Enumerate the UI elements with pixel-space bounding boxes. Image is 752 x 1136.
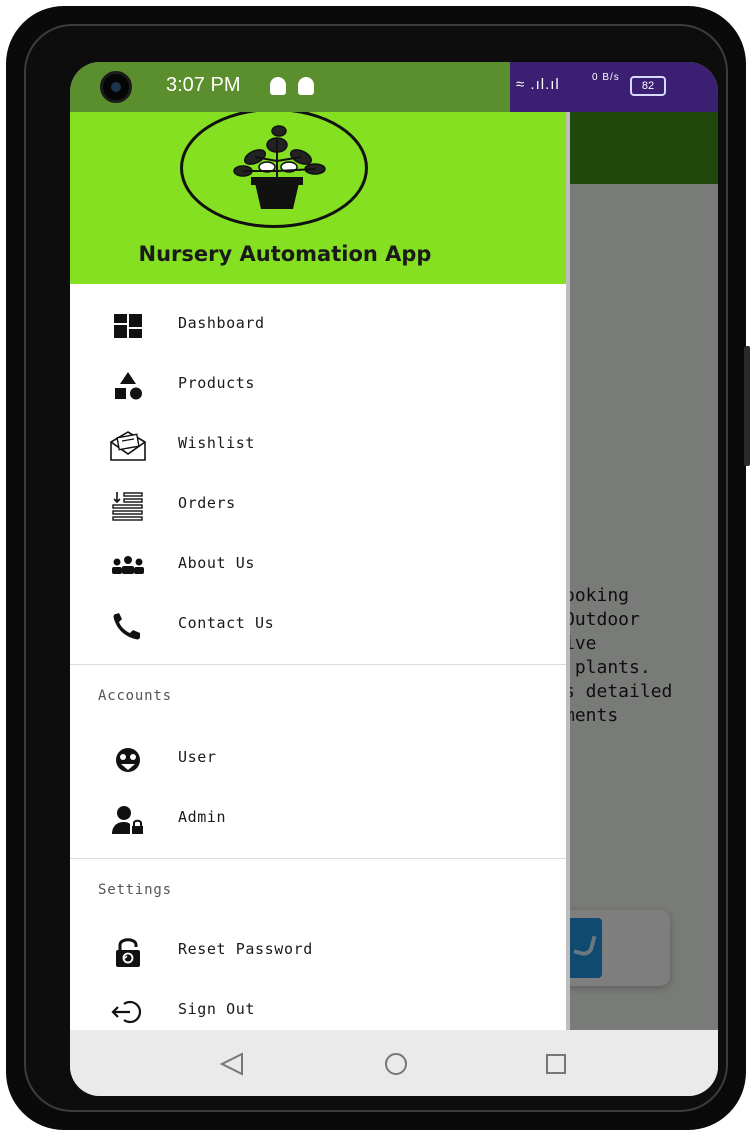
back-triangle-icon[interactable] bbox=[212, 1044, 252, 1084]
plant-icon bbox=[233, 125, 326, 209]
data-rate: 0 B/s bbox=[592, 72, 620, 83]
snapchat-icon bbox=[298, 77, 314, 95]
group-icon bbox=[112, 556, 144, 574]
app-title: Nursery Automation App bbox=[138, 242, 432, 266]
device-screen: ooking Outdoor ive plants. s detailed me… bbox=[70, 62, 718, 1096]
menu-label: Reset Password bbox=[178, 940, 313, 958]
battery-icon: 82 bbox=[630, 76, 666, 96]
network-icons: ≈ .ıl.ıl bbox=[516, 76, 560, 93]
menu-label: Orders bbox=[178, 494, 236, 512]
system-nav-bar bbox=[70, 1030, 718, 1096]
menu-item-dashboard[interactable]: Dashboard bbox=[70, 298, 570, 354]
admin-lock-icon bbox=[112, 806, 143, 834]
mail-icon bbox=[110, 431, 146, 461]
menu-label: Dashboard bbox=[178, 314, 265, 332]
menu-label: Wishlist bbox=[178, 434, 256, 452]
volume-button bbox=[744, 346, 750, 466]
divider bbox=[70, 858, 570, 859]
menu-item-about-us[interactable]: About Us bbox=[70, 538, 570, 594]
menu-label: Sign Out bbox=[178, 1000, 256, 1018]
menu-item-reset-password[interactable]: Reset Password bbox=[70, 924, 570, 980]
menu-item-orders[interactable]: Orders bbox=[70, 478, 570, 534]
menu-item-products[interactable]: Products bbox=[70, 358, 570, 414]
drawer-scrollbar[interactable] bbox=[566, 112, 570, 1030]
navigation-drawer: Nursery Automation App Dashboard Product… bbox=[70, 112, 570, 1030]
menu-label: Admin bbox=[178, 808, 227, 826]
recents-square-icon[interactable] bbox=[536, 1044, 576, 1084]
menu-label: About Us bbox=[178, 554, 256, 572]
menu-item-admin[interactable]: Admin bbox=[70, 792, 570, 848]
menu-label: Products bbox=[178, 374, 256, 392]
drawer-header: Nursery Automation App bbox=[70, 112, 570, 284]
sign-out-icon bbox=[111, 1000, 142, 1024]
unlock-icon bbox=[116, 938, 140, 967]
section-title-settings: Settings bbox=[98, 882, 172, 898]
category-icon bbox=[115, 372, 142, 400]
snapchat-icon bbox=[270, 77, 286, 95]
status-time: 3:07 PM bbox=[166, 74, 241, 96]
menu-item-user[interactable]: User bbox=[70, 732, 570, 788]
menu-label: Contact Us bbox=[178, 614, 275, 632]
phone-frame: ooking Outdoor ive plants. s detailed me… bbox=[6, 6, 750, 1130]
home-circle-icon[interactable] bbox=[376, 1044, 416, 1084]
phone-icon bbox=[113, 613, 140, 640]
menu-item-wishlist[interactable]: Wishlist bbox=[70, 418, 570, 474]
divider bbox=[70, 664, 570, 665]
app-logo bbox=[180, 112, 368, 228]
user-face-icon bbox=[116, 748, 140, 772]
dashboard-icon bbox=[114, 314, 142, 338]
menu-item-sign-out[interactable]: Sign Out bbox=[70, 984, 570, 1030]
orders-list-icon bbox=[112, 492, 143, 521]
section-title-accounts: Accounts bbox=[98, 688, 172, 704]
menu-label: User bbox=[178, 748, 217, 766]
menu-item-contact-us[interactable]: Contact Us bbox=[70, 598, 570, 654]
status-bar: 3:07 PM ≈ .ıl.ıl 0 B/s 82 bbox=[70, 62, 718, 112]
front-camera bbox=[100, 71, 132, 103]
